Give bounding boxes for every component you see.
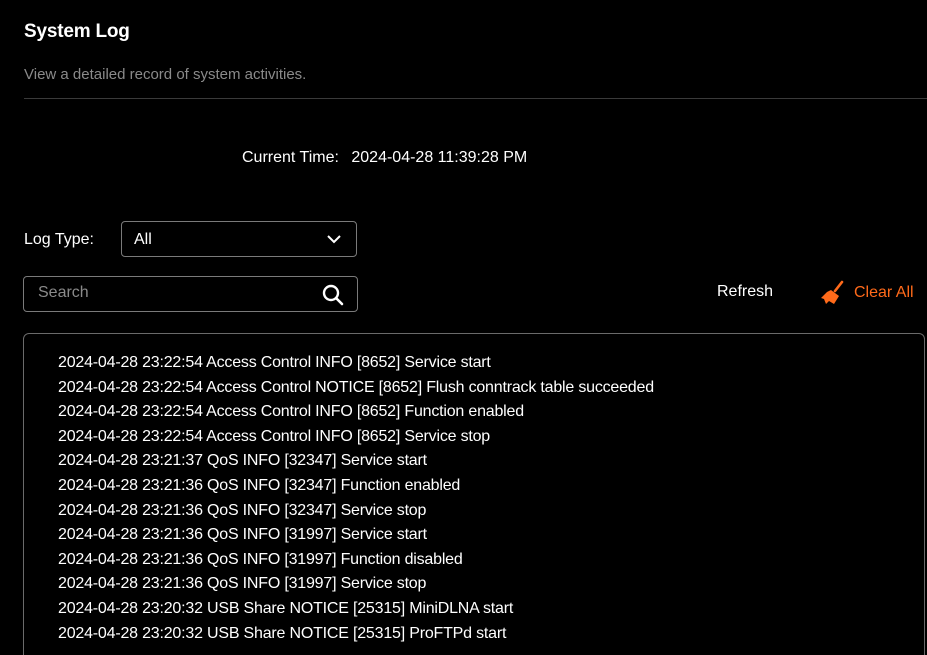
log-entry: 2024-04-28 23:21:36 QoS INFO [31997] Ser… <box>58 526 427 544</box>
search-icon[interactable] <box>321 283 345 307</box>
refresh-button[interactable]: Refresh <box>717 283 773 301</box>
log-entry: 2024-04-28 23:21:36 QoS INFO [31997] Ser… <box>58 575 427 593</box>
log-entry: 2024-04-28 23:22:54 Access Control NOTIC… <box>58 378 654 396</box>
current-time-value: 2024-04-28 11:39:28 PM <box>351 149 528 166</box>
chevron-down-icon <box>327 235 341 244</box>
log-entry: 2024-04-28 23:22:54 Access Control INFO … <box>58 354 491 371</box>
log-list: 2024-04-28 23:22:54 Access Control INFO … <box>58 351 654 646</box>
system-log-panel: System Log View a detailed record of sys… <box>12 0 927 655</box>
clear-all-button[interactable]: Clear All <box>820 279 914 307</box>
page-title: System Log <box>24 21 130 42</box>
log-type-label: Log Type: <box>24 231 94 248</box>
log-entry: 2024-04-28 23:21:37 QoS INFO [32347] Ser… <box>58 452 427 470</box>
log-entry: 2024-04-28 23:20:32 USB Share NOTICE [25… <box>58 599 514 617</box>
page-subtitle: View a detailed record of system activit… <box>24 66 307 83</box>
header-divider <box>24 98 927 99</box>
log-entry: 2024-04-28 23:21:36 QoS INFO [32347] Fun… <box>58 476 461 494</box>
log-output-box: 2024-04-28 23:22:54 Access Control INFO … <box>23 333 925 655</box>
log-type-selected-value: All <box>134 231 152 248</box>
log-entry: 2024-04-28 23:21:36 QoS INFO [31997] Fun… <box>58 550 463 568</box>
current-time-label: Current Time: <box>242 149 339 166</box>
log-type-select[interactable]: All <box>121 221 357 257</box>
log-entry: 2024-04-28 23:21:36 QoS INFO [32347] Ser… <box>58 501 427 519</box>
broom-icon <box>821 280 844 304</box>
current-time: Current Time: 2024-04-28 11:39:28 PM <box>242 149 527 167</box>
log-entry: 2024-04-28 23:20:32 USB Share NOTICE [25… <box>58 624 507 642</box>
log-entry: 2024-04-28 23:22:54 Access Control INFO … <box>58 427 491 445</box>
search-box <box>23 276 358 312</box>
search-input[interactable] <box>25 278 305 308</box>
clear-all-label: Clear All <box>854 284 914 301</box>
log-entry: 2024-04-28 23:22:54 Access Control INFO … <box>58 403 524 421</box>
